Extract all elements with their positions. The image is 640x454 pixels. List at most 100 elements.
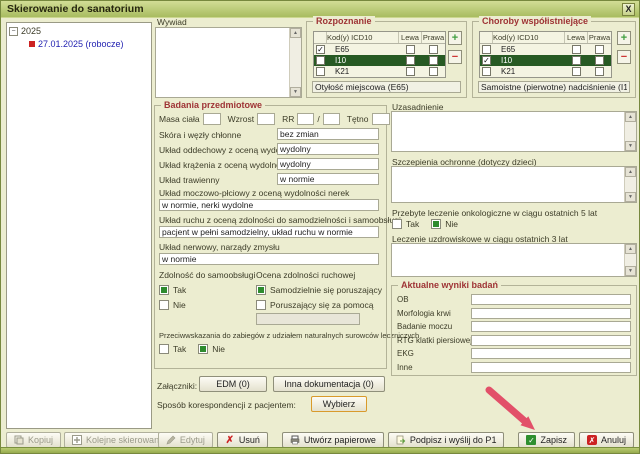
scroll-down-icon[interactable]: ▼ — [625, 141, 636, 151]
result-input[interactable] — [471, 307, 631, 319]
selfcare-yes-checkbox[interactable] — [159, 285, 169, 295]
edit-button[interactable]: Edytuj — [157, 432, 213, 448]
scrollbar[interactable]: ▲ ▼ — [624, 112, 636, 151]
exam-field: Skóra i węzły chłonne — [159, 128, 382, 141]
copy-button[interactable]: Kopiuj — [6, 432, 62, 448]
onkologia-yes-checkbox[interactable] — [392, 219, 402, 229]
remove-comorbidity-button[interactable]: − — [617, 50, 631, 64]
scroll-up-icon[interactable]: ▲ — [625, 167, 636, 177]
mobility-assisted[interactable]: Poruszający się za pomocą — [256, 300, 382, 310]
scroll-up-icon[interactable]: ▲ — [290, 28, 301, 38]
lewa-checkbox[interactable] — [572, 56, 581, 65]
choroby-row-k21[interactable]: K21 — [480, 66, 611, 77]
scroll-up-icon[interactable]: ▲ — [625, 112, 636, 122]
prawa-checkbox[interactable] — [429, 67, 438, 76]
scroll-up-icon[interactable]: ▲ — [625, 244, 636, 254]
icd-code: K21 — [501, 67, 516, 76]
tree-collapse-icon[interactable]: − — [9, 26, 18, 36]
row-select-checkbox[interactable] — [316, 67, 325, 76]
rozpoznanie-row-i10[interactable]: I10 — [314, 55, 445, 66]
uzdrowiskowe-textarea[interactable]: ▲ ▼ — [391, 243, 637, 277]
choose-correspondence-button[interactable]: Wybierz — [311, 396, 367, 412]
wzrost-input[interactable] — [257, 112, 276, 125]
exam-field-input[interactable] — [159, 199, 379, 211]
row-select-checkbox[interactable] — [316, 56, 325, 65]
add-comorbidity-button[interactable]: + — [617, 31, 631, 45]
tree-year-node[interactable]: − 2025 — [9, 26, 149, 36]
mobility-independent[interactable]: Samodzielnie się poruszający — [256, 285, 382, 295]
contraind-yes-checkbox[interactable] — [159, 344, 169, 354]
result-input[interactable] — [471, 321, 631, 332]
prawa-checkbox[interactable] — [595, 56, 604, 65]
exam-field-input[interactable] — [159, 253, 379, 265]
lewa-checkbox[interactable] — [406, 56, 415, 65]
result-input[interactable] — [471, 361, 631, 373]
cancel-button[interactable]: ✗ Anuluj — [578, 432, 634, 448]
choroby-row-e65[interactable]: E65 — [480, 44, 611, 55]
selfcare-no-checkbox[interactable] — [159, 300, 169, 310]
remove-diagnosis-button[interactable]: − — [448, 50, 462, 64]
tetno-input[interactable] — [371, 112, 390, 125]
result-input[interactable] — [471, 294, 631, 305]
prawa-checkbox[interactable] — [429, 45, 438, 54]
edm-button[interactable]: EDM (0) — [199, 376, 267, 392]
selfcare-yes[interactable]: Tak — [159, 285, 256, 295]
exam-field-input[interactable] — [277, 128, 379, 140]
rr-diastolic-input[interactable] — [322, 112, 340, 125]
lewa-checkbox[interactable] — [406, 45, 415, 54]
onkologia-label: Przebyte leczenie onkologiczne w ciągu o… — [392, 208, 598, 218]
lewa-checkbox[interactable] — [572, 67, 581, 76]
masa-input[interactable] — [202, 112, 221, 125]
scroll-down-icon[interactable]: ▼ — [290, 87, 301, 97]
result-input[interactable] — [471, 334, 631, 346]
col-prawa: Prawa — [588, 33, 611, 42]
rr-systolic-input[interactable] — [297, 112, 315, 125]
scroll-down-icon[interactable]: ▼ — [625, 266, 636, 276]
tree-item-referral[interactable]: 27.01.2025 (robocze) — [29, 39, 149, 49]
scrollbar[interactable]: ▲ ▼ — [624, 167, 636, 202]
exam-field-input[interactable] — [277, 143, 379, 155]
choroby-description — [478, 81, 630, 93]
result-input[interactable] — [471, 348, 631, 359]
sign-and-send-p1-button[interactable]: Podpisz i wyślij do P1 — [387, 432, 505, 448]
mobility-independent-checkbox[interactable] — [256, 285, 267, 295]
choroby-row-i10[interactable]: ✓ I10 — [480, 55, 611, 66]
selfcare-no[interactable]: Nie — [159, 300, 256, 310]
scrollbar[interactable]: ▲ ▼ — [289, 28, 301, 97]
mobility-assisted-checkbox[interactable] — [256, 300, 267, 310]
rozpoznanie-row-k21[interactable]: K21 — [314, 66, 445, 77]
onkologia-yes[interactable]: Tak — [392, 219, 419, 229]
lewa-checkbox[interactable] — [572, 45, 581, 54]
exam-field-input[interactable] — [277, 158, 379, 170]
create-paper-button[interactable]: Utwórz papierowe — [281, 432, 384, 448]
rozpoznanie-row-e65[interactable]: ✓ E65 — [314, 44, 445, 55]
row-select-checkbox[interactable]: ✓ — [482, 56, 491, 65]
onkologia-no[interactable]: Nie — [431, 219, 458, 229]
result-label: Inne — [397, 362, 413, 372]
scroll-down-icon[interactable]: ▼ — [625, 192, 636, 202]
referral-history-tree[interactable]: − 2025 27.01.2025 (robocze) — [6, 22, 152, 429]
prawa-checkbox[interactable] — [429, 56, 438, 65]
lewa-checkbox[interactable] — [406, 67, 415, 76]
szczepienia-textarea[interactable]: ▲ ▼ — [391, 166, 637, 203]
close-icon[interactable]: X — [622, 2, 635, 16]
row-select-checkbox[interactable] — [482, 45, 491, 54]
contraind-no[interactable]: Nie — [198, 344, 225, 354]
prawa-checkbox[interactable] — [595, 45, 604, 54]
other-docs-button[interactable]: Inna dokumentacja (0) — [273, 376, 385, 392]
scrollbar[interactable]: ▲ ▼ — [624, 244, 636, 276]
onkologia-no-checkbox[interactable] — [431, 219, 442, 229]
exam-field-input[interactable] — [277, 173, 379, 185]
row-select-checkbox[interactable]: ✓ — [316, 45, 325, 54]
contraind-no-checkbox[interactable] — [198, 344, 209, 354]
exam-field-input[interactable] — [159, 226, 379, 238]
prawa-checkbox[interactable] — [595, 67, 604, 76]
exam-field-label: Układ moczowo-płciowy z oceną wydolności… — [159, 188, 350, 198]
row-select-checkbox[interactable] — [482, 67, 491, 76]
contraind-yes[interactable]: Tak — [159, 344, 186, 354]
uzasadnienie-textarea[interactable]: ▲ ▼ — [391, 111, 637, 152]
add-diagnosis-button[interactable]: + — [448, 31, 462, 45]
wywiad-textarea[interactable]: ▲ ▼ — [155, 27, 302, 98]
delete-button[interactable]: ✗ Usuń — [216, 432, 268, 448]
save-button[interactable]: ✓ Zapisz — [518, 432, 575, 448]
